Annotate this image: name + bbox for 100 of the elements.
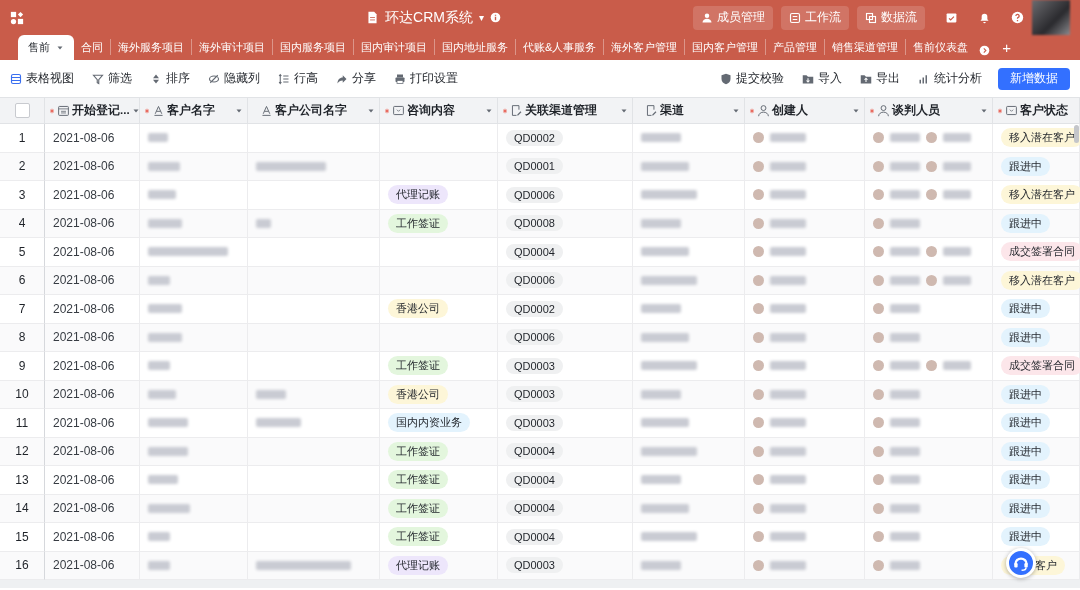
horizontal-scrollbar[interactable] [0,580,1080,588]
user-avatar[interactable] [1032,0,1070,35]
option-tag: 工作签证 [388,213,448,233]
avatar [753,160,764,172]
table-cell: 2021-08-06 [53,159,115,174]
blurred-text [148,475,178,485]
column-header[interactable]: 客户公司名字 [248,97,380,124]
avatar [926,189,937,201]
toolbar-button[interactable]: 排序 [150,70,190,87]
blurred-text [641,446,697,456]
avatar [873,388,884,400]
status-tag: 跟进中 [1001,156,1050,176]
option-tag: 工作签证 [388,498,448,518]
toolbar-button[interactable]: 导入 [802,70,842,87]
avatar [753,189,764,201]
blurred-name [943,133,971,143]
record-chip[interactable]: QD0006 [506,186,563,203]
avatar [753,331,764,343]
record-chip[interactable]: QD0008 [506,215,563,232]
column-header[interactable]: 开始登记... [45,97,140,124]
bar-chart-icon [918,72,930,85]
toolbar-button[interactable]: 分享 [336,70,376,87]
add-data-button[interactable]: 新增数据 [998,67,1070,90]
add-tab-button[interactable]: + [1002,39,1012,56]
blurred-text [148,332,182,342]
tab[interactable]: 售前 [18,35,74,60]
blurred-name [890,560,920,570]
toolbar-button[interactable]: 行高 [278,70,318,87]
tab[interactable]: 国内客户管理 [684,39,766,55]
blurred-name [890,389,920,399]
record-chip[interactable]: QD0004 [506,500,563,517]
status-tag: 移入潜在客户 [1001,128,1080,148]
tab[interactable]: 国内地址服务 [434,39,515,55]
row-number: 11 [15,415,29,430]
option-tag: 工作签证 [388,441,448,461]
table-cell: 2021-08-06 [53,472,115,487]
avatar [753,217,764,229]
toolbar-button[interactable]: 筛选 [92,70,132,87]
blurred-name [770,361,806,371]
blurred-text [641,389,681,399]
record-chip[interactable]: QD0003 [506,557,563,574]
record-chip[interactable]: QD0001 [506,158,563,175]
column-header[interactable]: 创建人 [745,97,865,124]
record-chip[interactable]: QD0002 [506,129,563,146]
avatar [926,360,937,372]
blurred-text [148,218,182,228]
line-height-icon [278,72,290,85]
row-number: 6 [18,273,26,288]
caret-icon[interactable]: ▾ [478,12,484,23]
status-tag: 跟进中 [1001,498,1050,518]
record-chip[interactable]: QD0006 [506,329,563,346]
toolbar-button[interactable]: 导出 [860,70,900,87]
toolbar-button[interactable]: 隐藏列 [208,70,260,87]
blurred-name [890,247,920,257]
column-header[interactable]: 渠道 [633,97,745,124]
toolbar-button[interactable]: 统计分析 [918,70,982,87]
tab[interactable]: 售前仪表盘 [905,39,976,55]
blurred-text [148,532,170,542]
table-icon [10,72,22,85]
scrollbar-thumb[interactable] [1074,125,1079,143]
status-tag: 跟进中 [1001,527,1050,547]
column-header[interactable]: 谈判人员 [865,97,993,124]
tab[interactable]: 合同 [74,39,110,55]
blurred-name [770,389,806,399]
record-chip[interactable]: QD0004 [506,471,563,488]
tab[interactable]: 国内审计项目 [353,39,434,55]
record-chip[interactable]: QD0003 [506,386,563,403]
tab[interactable]: 销售渠道管理 [824,39,906,55]
record-chip[interactable]: QD0004 [506,243,563,260]
status-tag: 跟进中 [1001,441,1050,461]
record-chip[interactable]: QD0002 [506,300,563,317]
tab[interactable]: 海外审计项目 [191,39,272,55]
status-tag: 成交签署合同 [1001,356,1080,376]
customer-service-button[interactable] [1006,548,1036,578]
select-all-checkbox[interactable] [14,103,30,118]
record-chip[interactable]: QD0003 [506,357,563,374]
toolbar-button[interactable]: 提交校验 [720,70,784,87]
column-header[interactable]: 关联渠道管理 [498,97,633,124]
avatar [753,445,764,457]
record-chip[interactable]: QD0004 [506,443,563,460]
record-chip[interactable]: QD0006 [506,272,563,289]
blurred-text [641,304,681,314]
column-header[interactable]: 咨询内容 [380,97,498,124]
blurred-text [641,503,689,513]
tab[interactable]: 海外服务项目 [110,39,191,55]
column-header[interactable]: 客户状态 [993,97,1080,124]
toolbar-button[interactable]: 打印设置 [394,70,458,87]
tab[interactable]: 海外客户管理 [603,39,685,55]
blurred-text [641,560,681,570]
blurred-name [890,361,920,371]
record-chip[interactable]: QD0003 [506,414,563,431]
tab[interactable]: 国内服务项目 [272,39,353,55]
avatar [753,559,764,571]
required-asterisk-icon [869,107,875,114]
tab[interactable]: 产品管理 [765,39,825,55]
column-header[interactable]: 客户名字 [140,97,248,124]
record-chip[interactable]: QD0004 [506,528,563,545]
printer-icon [394,72,406,85]
toolbar-button[interactable]: 表格视图 [10,70,74,87]
tab[interactable]: 代账&人事服务 [515,39,604,55]
